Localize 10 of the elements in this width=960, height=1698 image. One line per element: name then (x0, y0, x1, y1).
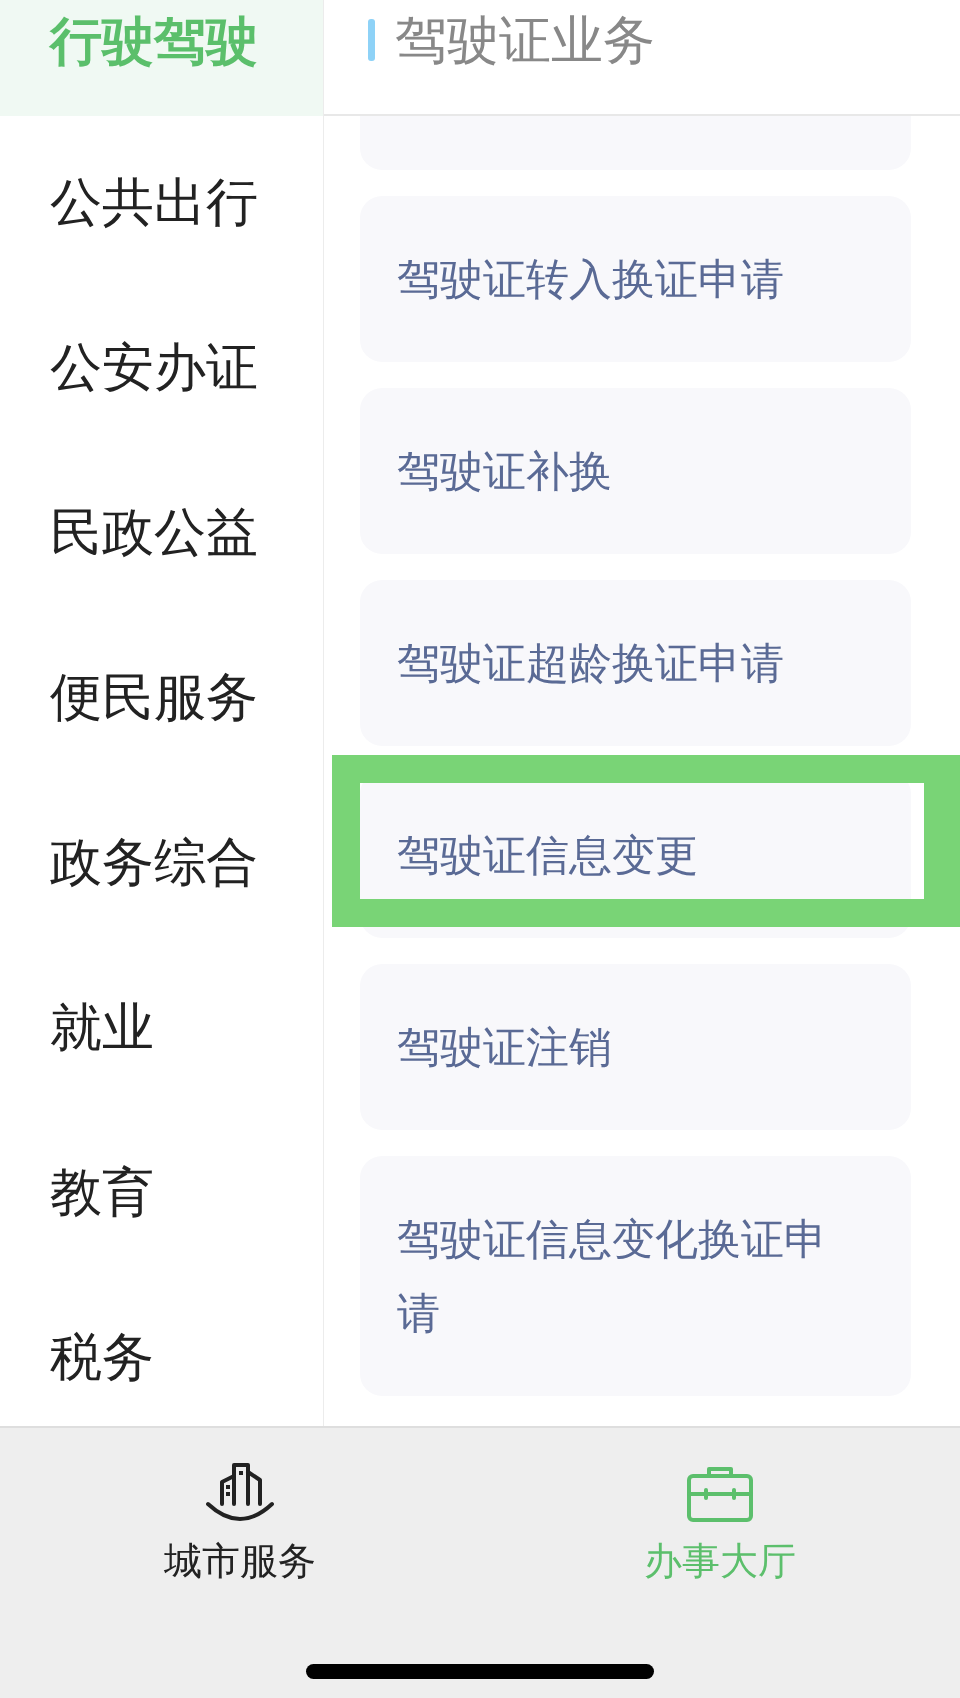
service-card[interactable]: 驾驶证注销 (360, 964, 911, 1130)
buildings-icon (206, 1462, 274, 1524)
service-card[interactable]: 驾驶证超龄换证申请 (360, 580, 911, 746)
service-card[interactable]: 驾驶证转入换证申请 (360, 196, 911, 362)
accent-bar-icon (368, 19, 375, 61)
section-title: 驾驶证业务 (395, 14, 655, 66)
tab-bar-item[interactable]: 城市服务 (0, 1428, 480, 1580)
service-card[interactable]: 驾驶证补换 (360, 388, 911, 554)
briefcase-icon (687, 1466, 753, 1522)
service-card[interactable]: 驾驶证信息变化换证申请 (360, 1156, 911, 1396)
